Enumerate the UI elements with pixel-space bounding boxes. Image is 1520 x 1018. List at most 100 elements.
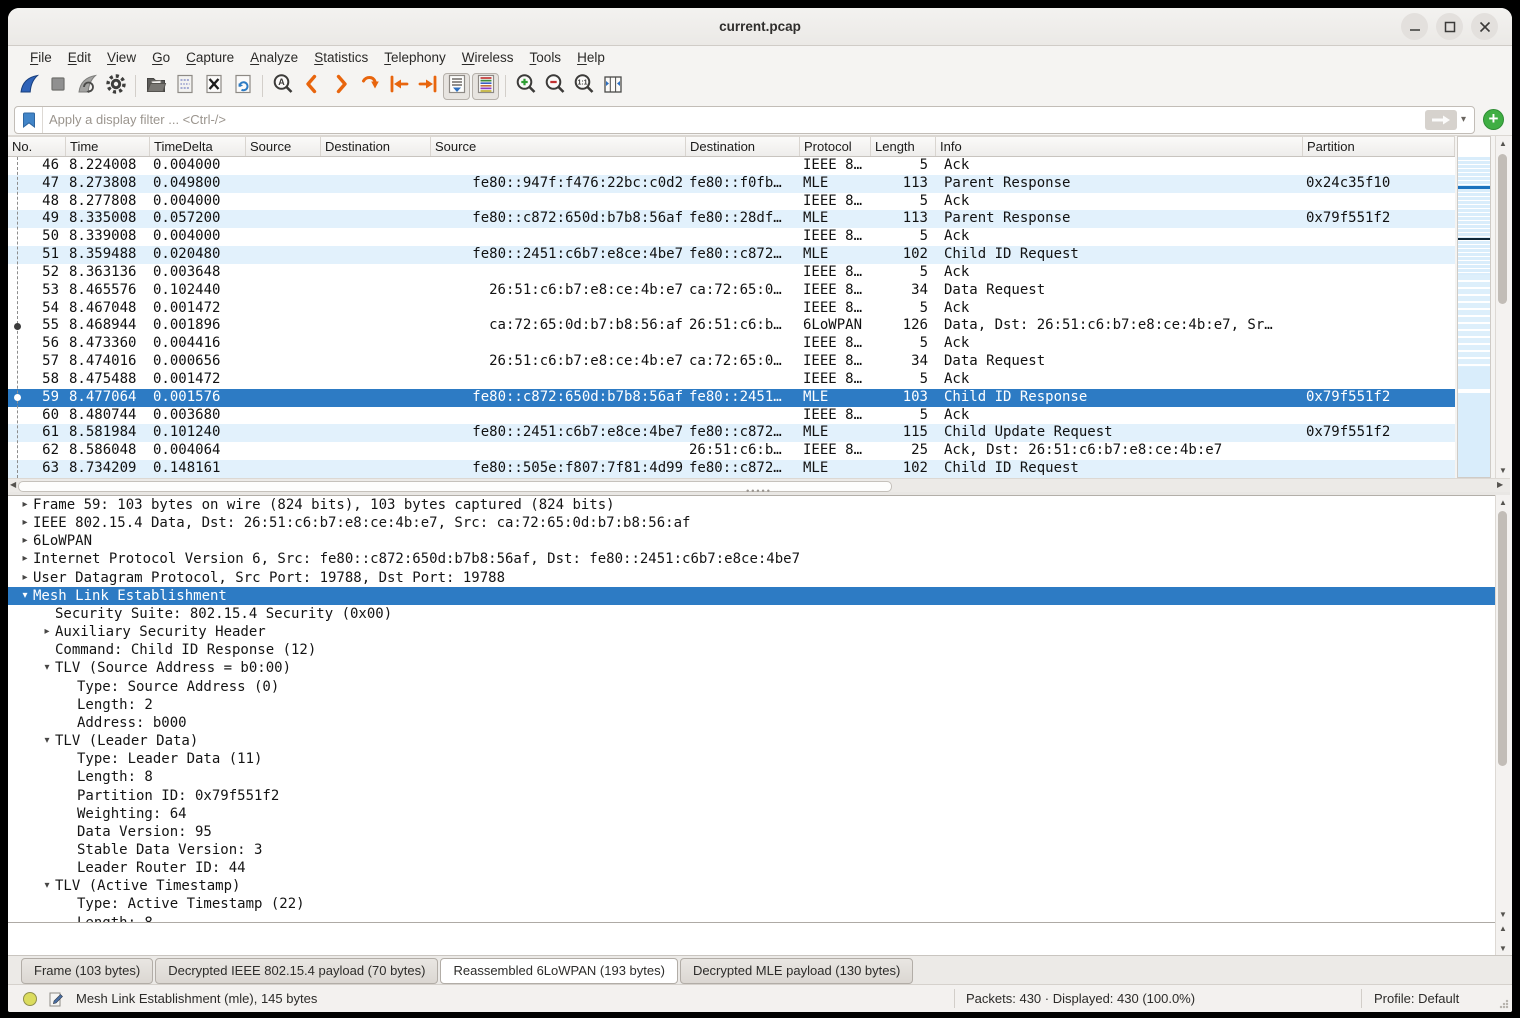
packet-row[interactable]: 558.4689440.001896ca:72:65:0d:b7:b8:56:a… [8,317,1455,335]
packet-row[interactable]: 638.7342090.148161fe80::505e:f807:7f81:4… [8,460,1455,478]
detail-line[interactable]: Stable Data Version: 3 [8,841,1495,859]
detail-line[interactable]: ▸IEEE 802.15.4 Data, Dst: 26:51:c6:b7:e8… [8,514,1495,532]
maximize-button[interactable] [1436,13,1463,40]
detail-line[interactable]: Type: Source Address (0) [8,678,1495,696]
column-header-part[interactable]: Partition [1303,137,1455,156]
menu-item-analyze[interactable]: Analyze [242,49,306,66]
detail-line[interactable]: Length: 2 [8,696,1495,714]
detail-line[interactable]: Type: Active Timestamp (22) [8,895,1495,913]
expander-closed-icon[interactable]: ▸ [40,623,54,641]
detail-line[interactable]: Data Version: 95 [8,823,1495,841]
close-button[interactable] [1471,13,1498,40]
expander-closed-icon[interactable]: ▸ [18,532,32,550]
scroll-up-arrow[interactable]: ▲ [1496,498,1510,507]
packet-row[interactable]: 598.4770640.001576fe80::c872:650d:b7b8:5… [8,389,1455,407]
restart-capture-button[interactable] [73,73,100,100]
expander-closed-icon[interactable]: ▸ [18,496,32,514]
detail-line[interactable]: ▸Internet Protocol Version 6, Src: fe80:… [8,550,1495,568]
column-header-len[interactable]: Length [871,137,936,156]
close-file-button[interactable] [200,73,227,100]
column-header-dst2[interactable]: Destination [686,137,800,156]
expander-closed-icon[interactable]: ▸ [18,514,32,532]
packet-row[interactable]: 618.5819840.101240fe80::2451:c6b7:e8ce:4… [8,424,1455,442]
menu-item-wireless[interactable]: Wireless [454,49,522,66]
apply-filter-button[interactable] [1425,110,1457,130]
go-to-packet-button[interactable] [356,73,383,100]
packet-row[interactable]: 538.4655760.10244026:51:c6:b7:e8:ce:4b:e… [8,282,1455,300]
menu-item-statistics[interactable]: Statistics [306,49,376,66]
column-header-src2[interactable]: Source [431,137,686,156]
packet-row[interactable]: 588.4754880.001472IEEE 8…5Ack [8,371,1455,389]
packet-row[interactable]: 528.3631360.003648IEEE 8…5Ack [8,264,1455,282]
detail-line[interactable]: Weighting: 64 [8,805,1495,823]
packet-minimap[interactable] [1457,136,1491,478]
detail-line[interactable]: Address: b000 [8,714,1495,732]
packet-row[interactable]: 518.3594880.020480fe80::2451:c6b7:e8ce:4… [8,246,1455,264]
detail-line[interactable]: ▾TLV (Leader Data) [8,732,1495,750]
details-vscroll-thumb[interactable] [1498,511,1507,766]
menu-item-edit[interactable]: Edit [60,49,99,66]
start-capture-button[interactable] [15,73,42,100]
expander-open-icon[interactable]: ▾ [18,587,32,605]
menu-item-capture[interactable]: Capture [178,49,242,66]
detail-line[interactable]: Length: 8 [8,914,1495,922]
detail-line[interactable]: Command: Child ID Response (12) [8,641,1495,659]
expander-closed-icon[interactable]: ▸ [18,550,32,568]
status-profile[interactable]: Profile: Default [1374,985,1459,1012]
filter-bookmark-button[interactable] [15,107,43,133]
menu-item-go[interactable]: Go [144,49,178,66]
packet-row[interactable]: 498.3350080.057200fe80::c872:650d:b7b8:5… [8,210,1455,228]
packet-row[interactable]: 508.3390080.004000IEEE 8…5Ack [8,228,1455,246]
capture-comment-button[interactable] [48,991,65,1011]
detail-line[interactable]: ▾TLV (Active Timestamp) [8,877,1495,895]
column-header-proto[interactable]: Protocol [800,137,871,156]
column-header-dst1[interactable]: Destination [321,137,431,156]
packet-row[interactable]: 478.2738080.049800fe80::947f:f476:22bc:c… [8,175,1455,193]
detail-line[interactable]: ▾TLV (Source Address = b0:00) [8,659,1495,677]
column-header-delta[interactable]: TimeDelta [150,137,246,156]
reload-file-button[interactable] [229,73,256,100]
detail-line[interactable]: ▸User Datagram Protocol, Src Port: 19788… [8,569,1495,587]
colorize-button[interactable] [472,73,499,100]
stop-capture-button[interactable] [44,73,71,100]
detail-line[interactable]: ▸6LoWPAN [8,532,1495,550]
expander-open-icon[interactable]: ▾ [40,659,54,677]
scroll-up-arrow[interactable]: ▲ [1496,139,1510,148]
column-header-time[interactable]: Time [66,137,150,156]
resize-grip[interactable] [1499,999,1509,1009]
packet-row[interactable]: 548.4670480.001472IEEE 8…5Ack [8,300,1455,318]
scroll-down-arrow[interactable]: ▼ [1496,944,1510,953]
menu-item-file[interactable]: File [22,49,60,66]
packet-row[interactable]: 488.2778080.004000IEEE 8…5Ack [8,193,1455,211]
column-header-no[interactable]: No. [8,137,66,156]
display-filter-input[interactable] [43,112,1425,127]
add-filter-button[interactable]: + [1483,109,1504,130]
capture-options-button[interactable] [102,73,129,100]
packet-row[interactable]: 568.4733600.004416IEEE 8…5Ack [8,335,1455,353]
detail-line[interactable]: ▾Mesh Link Establishment [8,587,1495,605]
details-vscrollbar[interactable]: ▲ ▼ [1495,495,1510,922]
zoom-original-button[interactable]: 1:1 [570,73,597,100]
scroll-down-arrow[interactable]: ▼ [1496,910,1510,919]
column-header-src1[interactable]: Source [246,137,321,156]
expander-open-icon[interactable]: ▾ [40,732,54,750]
bytes-vscrollbar[interactable]: ▲ ▼ [1495,922,1510,955]
detail-line[interactable]: Leader Router ID: 44 [8,859,1495,877]
byte-view-tab[interactable]: Reassembled 6LoWPAN (193 bytes) [440,958,677,984]
menu-item-tools[interactable]: Tools [522,49,570,66]
first-packet-button[interactable] [385,73,412,100]
byte-view-tab[interactable]: Decrypted MLE payload (130 bytes) [680,958,913,984]
vscroll-thumb[interactable] [1498,154,1507,304]
detail-line[interactable]: Length: 8 [8,768,1495,786]
detail-line[interactable]: Partition ID: 0x79f551f2 [8,787,1495,805]
packet-row[interactable]: 608.4807440.003680IEEE 8…5Ack [8,407,1455,425]
expander-closed-icon[interactable]: ▸ [18,569,32,587]
detail-line[interactable]: Type: Leader Data (11) [8,750,1495,768]
menu-item-view[interactable]: View [99,49,144,66]
packet-row[interactable]: 628.5860480.00406426:51:c6:b…IEEE 8…25Ac… [8,442,1455,460]
find-packet-button[interactable]: A [269,73,296,100]
packet-row[interactable]: 578.4740160.00065626:51:c6:b7:e8:ce:4b:e… [8,353,1455,371]
menu-item-telephony[interactable]: Telephony [376,49,454,66]
auto-scroll-button[interactable] [443,73,470,100]
resize-columns-button[interactable] [599,73,626,100]
